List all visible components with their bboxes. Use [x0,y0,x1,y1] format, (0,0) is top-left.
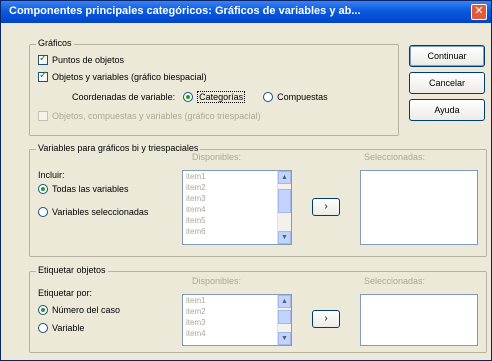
categorias-label: Categorías [197,91,246,103]
ayuda-button[interactable]: Ayuda [409,99,485,121]
scroll-thumb[interactable] [278,189,291,213]
puntos-objetos-label: Puntos de objetos [52,55,125,65]
list-item[interactable]: item3 [183,193,291,204]
list-item[interactable]: item4 [183,204,291,215]
disponibles-label: Disponibles: [192,276,242,286]
puntos-objetos-checkbox[interactable]: Puntos de objetos [38,53,125,65]
variables-group: Variables para gráficos bi y triespacial… [29,143,487,257]
move-right-button[interactable]: › [312,198,340,216]
objetos-variables-label: Objetos y variables (gráfico biespacial) [52,72,207,82]
seleccionadas-listbox[interactable] [360,294,478,346]
seleccionadas-label: Seleccionadas: [364,276,426,286]
todas-variables-radio[interactable]: Todas las variables [38,184,129,194]
continuar-button[interactable]: Continuar [409,45,485,67]
checkbox-icon[interactable] [38,70,48,82]
triespacial-checkbox: Objetos, compuestas y variables (gráfico… [38,111,261,121]
dialog-window: Componentes principales categóricos: Grá… [0,0,492,361]
variables-seleccionadas-radio[interactable]: Variables seleccionadas [38,207,148,217]
list-item[interactable]: item2 [183,306,291,317]
radio-icon[interactable] [38,305,48,315]
etiquetar-group: Etiquetar objetos Etiquetar por: Número … [29,265,487,353]
graficos-group: Gráficos Puntos de objetos Objetos y var… [29,38,399,136]
etiquetar-group-title: Etiquetar objetos [36,265,108,275]
coord-label: Coordenadas de variable: [72,92,176,102]
disponibles-listbox[interactable]: item1 item2 item3 item4 item5 item6 ▲ ▼ [182,170,292,245]
coord-row: Coordenadas de variable: Categorías Comp… [72,91,328,103]
close-button[interactable]: ✕ [471,4,487,20]
scroll-up-icon[interactable]: ▲ [278,171,291,184]
list-item[interactable]: item6 [183,226,291,237]
list-item[interactable]: item2 [183,182,291,193]
numero-caso-radio[interactable]: Número del caso [38,305,120,315]
window-title: Componentes principales categóricos: Grá… [9,5,361,17]
move-right-button[interactable]: › [312,310,340,328]
list-item[interactable]: item1 [183,295,291,306]
seleccionadas-listbox[interactable] [360,170,478,245]
triespacial-label: Objetos, compuestas y variables (gráfico… [52,111,261,121]
variables-group-title: Variables para gráficos bi y triespacial… [36,143,201,153]
compuestas-label: Compuestas [277,92,328,102]
variable-radio[interactable]: Variable [38,323,84,333]
graficos-title: Gráficos [36,38,74,48]
scrollbar[interactable]: ▲ ▼ [277,171,291,244]
numero-caso-label: Número del caso [52,305,121,315]
list-item[interactable]: item5 [183,215,291,226]
todas-variables-label: Todas las variables [52,184,129,194]
radio-icon[interactable] [38,323,48,333]
scroll-thumb[interactable] [278,310,291,324]
etiquetar-por-label: Etiquetar por: [38,288,93,298]
radio-icon[interactable] [38,207,48,217]
seleccionadas-label: Seleccionadas: [364,152,426,162]
list-item[interactable]: item4 [183,328,291,339]
scrollbar[interactable]: ▲ ▼ [277,295,291,345]
title-bar[interactable]: Componentes principales categóricos: Grá… [1,1,491,23]
disponibles-listbox[interactable]: item1 item2 item3 item4 ▲ ▼ [182,294,292,346]
checkbox-icon[interactable] [38,53,48,65]
incluir-label: Incluir: [38,170,65,180]
scroll-down-icon[interactable]: ▼ [278,332,291,345]
categorias-radio[interactable] [183,92,194,102]
checkbox-icon [38,111,48,121]
radio-icon[interactable] [38,184,48,194]
objetos-variables-checkbox[interactable]: Objetos y variables (gráfico biespacial) [38,70,207,82]
variables-seleccionadas-label: Variables seleccionadas [52,207,149,217]
scroll-down-icon[interactable]: ▼ [278,231,291,244]
cancelar-button[interactable]: Cancelar [409,72,485,94]
list-item[interactable]: item3 [183,317,291,328]
compuestas-radio[interactable] [263,92,274,102]
list-item[interactable]: item1 [183,171,291,182]
variable-label: Variable [52,323,85,333]
scroll-up-icon[interactable]: ▲ [278,295,291,308]
disponibles-label: Disponibles: [192,152,242,162]
